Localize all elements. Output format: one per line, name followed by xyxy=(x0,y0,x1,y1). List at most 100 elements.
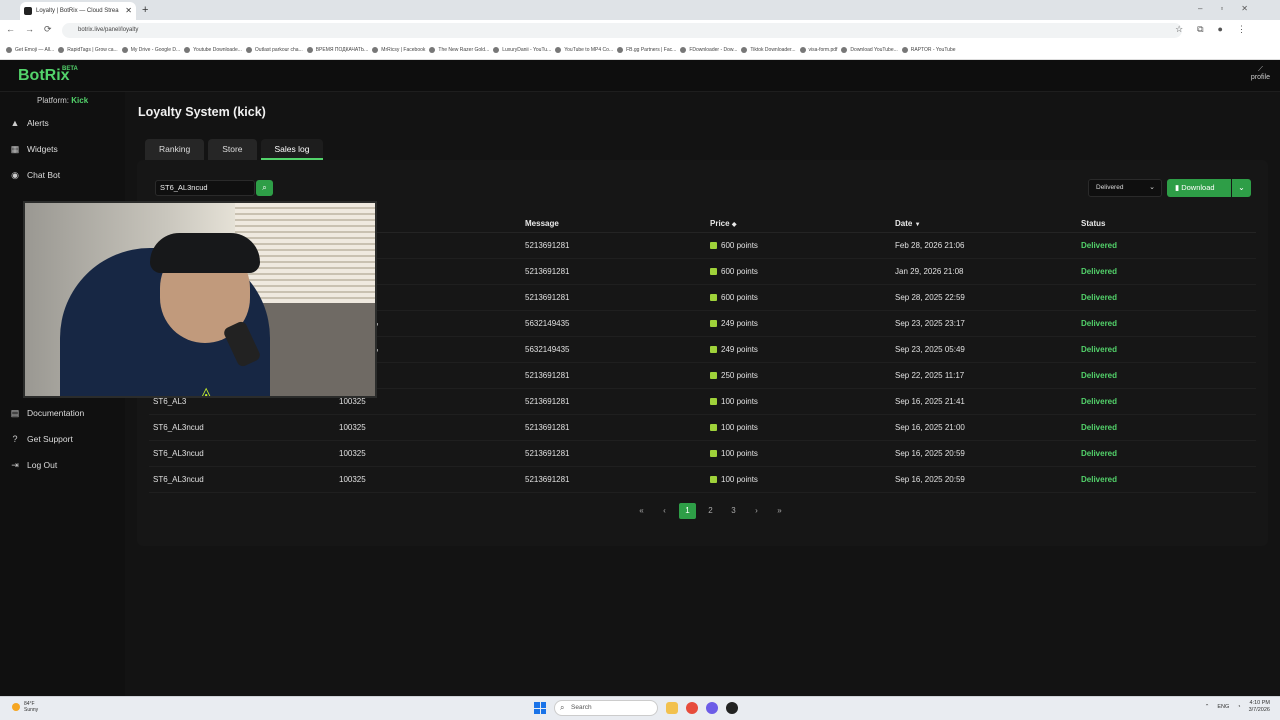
bookmark-label: Outlast parkour cha... xyxy=(254,47,303,53)
bookmark-favicon-icon xyxy=(901,47,908,53)
bookmark-item[interactable]: Youtube Downloade... xyxy=(184,47,242,53)
table-row[interactable]: ST6_AL3ncud 100325 5213691281 100 points Sep… xyxy=(149,415,1256,441)
address-bar[interactable]: botrix.live/panel/loyalty xyxy=(62,23,1182,38)
last-page-icon[interactable]: » xyxy=(771,503,788,519)
file-explorer-icon[interactable] xyxy=(666,702,678,714)
bookmark-item[interactable]: Outlast parkour cha... xyxy=(245,47,303,53)
webcam-overlay: ◬ xyxy=(23,201,377,398)
bookmark-item[interactable]: LuxuryDanii - YouTu... xyxy=(493,47,551,53)
cell-date: Feb 28, 2026 21:06 xyxy=(895,241,965,250)
cell-price: 100 points xyxy=(710,397,758,406)
bookmark-item[interactable]: Get Emoji — All... xyxy=(6,47,54,53)
chrome-icon[interactable] xyxy=(686,702,698,714)
cell-status: Delivered xyxy=(1081,319,1118,328)
points-coin-icon xyxy=(710,372,717,379)
sidebar-item-alerts[interactable]: ▲ Alerts xyxy=(10,118,49,128)
taskbar-center: Search xyxy=(534,700,738,716)
clock[interactable]: 4:10 PM 3/7/2026 xyxy=(1249,700,1270,714)
browser-chrome: Loyalty | BotRix — Cloud Strea ✕ + –▫✕ ←… xyxy=(0,0,1280,60)
bookmark-item[interactable]: FDownloader - Dow... xyxy=(680,47,737,53)
beta-badge: BETA xyxy=(62,66,78,72)
page-button[interactable]: 3 xyxy=(725,503,742,519)
platform-label: Platform: xyxy=(37,96,70,105)
page-button[interactable]: 1 xyxy=(679,503,696,519)
bookmark-item[interactable]: YouTube to MP4 Co... xyxy=(555,47,613,53)
search-input[interactable]: ST6_AL3ncud xyxy=(155,180,255,196)
streamer-hair xyxy=(150,233,260,273)
bookmark-item[interactable]: My Drive - Google D... xyxy=(121,47,180,53)
taskbar-search[interactable]: Search xyxy=(554,700,658,716)
discord-icon[interactable] xyxy=(706,702,718,714)
new-tab-icon[interactable]: + xyxy=(142,2,148,18)
cell-status: Delivered xyxy=(1081,397,1118,406)
page-button[interactable]: 2 xyxy=(702,503,719,519)
obs-icon[interactable] xyxy=(726,702,738,714)
first-page-icon[interactable]: « xyxy=(633,503,650,519)
sidebar-item-get-support[interactable]: ? Get Support xyxy=(10,434,72,444)
column-header-price[interactable]: Price ◆ xyxy=(710,219,736,228)
windows-start-icon[interactable] xyxy=(534,702,546,714)
download-label: Download xyxy=(1181,183,1215,192)
cell-status: Delivered xyxy=(1081,423,1118,432)
sidebar-item-widgets[interactable]: ▦ Widgets xyxy=(10,143,58,155)
download-button[interactable]: ▮ Download xyxy=(1167,179,1231,197)
bookmark-item[interactable]: MrRicsy | Facebook xyxy=(372,47,425,53)
bookmark-item[interactable]: visa-form.pdf xyxy=(799,47,837,53)
bookmark-item[interactable]: Tiktok Downloader... xyxy=(741,47,796,53)
tab-sales-log[interactable]: Sales log xyxy=(260,139,324,160)
browser-toolbar-icons[interactable]: ☆⧉●⋮ xyxy=(1175,24,1260,35)
cell-message: 5632149435 xyxy=(525,345,570,354)
weather-desc: Sunny xyxy=(24,707,39,713)
sidebar-item-chat-bot[interactable]: ◉ Chat Bot xyxy=(10,170,60,181)
cell-price: 100 points xyxy=(710,475,758,484)
tab-store[interactable]: Store xyxy=(208,139,257,160)
language-indicator[interactable]: ENG xyxy=(1217,704,1229,710)
profile-button[interactable]: ⟋ profile xyxy=(1251,66,1270,81)
sun-icon xyxy=(12,703,20,711)
sidebar-item-log-out[interactable]: ⇥ Log Out xyxy=(10,460,57,471)
network-icon[interactable]: ◔ xyxy=(1237,704,1240,710)
window-controls[interactable]: –▫✕ xyxy=(1198,4,1266,13)
column-header-message[interactable]: Message xyxy=(525,219,559,228)
bookmark-item[interactable]: Download YouTube... xyxy=(841,47,898,53)
bookmark-favicon-icon xyxy=(680,47,687,53)
navigation-icons[interactable]: ←→⟳ xyxy=(6,24,62,35)
status-filter-value: Delivered xyxy=(1096,184,1124,191)
table-row[interactable]: ST6_AL3ncud 100325 5213691281 100 points Sep… xyxy=(149,467,1256,493)
next-page-icon[interactable]: › xyxy=(748,503,765,519)
bookmark-item[interactable]: ВРЕМЯ ПОДКАЧАТЬ... xyxy=(306,47,368,53)
table-row[interactable]: ST6_AL3ncud 100325 5213691281 100 points Sep… xyxy=(149,441,1256,467)
tray-overflow-icon[interactable]: ⌃ xyxy=(1205,704,1210,710)
bookmark-label: FDownloader - Dow... xyxy=(689,47,738,53)
cell-date: Sep 16, 2025 21:41 xyxy=(895,397,965,406)
bookmark-item[interactable]: The New Razer Gold... xyxy=(429,47,489,53)
loyalty-tabs: Ranking Store Sales log xyxy=(145,139,324,160)
points-coin-icon xyxy=(710,320,717,327)
bookmark-label: FB.gg Partners | Fac... xyxy=(626,47,677,53)
column-header-date[interactable]: Date ▼ xyxy=(895,219,921,228)
bookmark-favicon-icon xyxy=(184,47,191,53)
search-button[interactable]: ⌕ xyxy=(256,180,273,196)
download-options-button[interactable]: ⌄ xyxy=(1232,179,1251,197)
bookmark-item[interactable]: RapidTags | Grow ca... xyxy=(58,47,118,53)
top-bar: BotRix BETA ⟋ profile xyxy=(0,60,1280,92)
column-header-status[interactable]: Status xyxy=(1081,219,1105,228)
price-value: 100 points xyxy=(721,423,758,432)
sort-desc-icon: ▼ xyxy=(914,222,921,228)
sidebar-item-documentation[interactable]: ▤ Documentation xyxy=(10,408,84,419)
bookmark-item[interactable]: FB.gg Partners | Fac... xyxy=(617,47,676,53)
cell-message: 5213691281 xyxy=(525,293,570,302)
grid-icon: ▦ xyxy=(10,143,20,154)
prev-page-icon[interactable]: ‹ xyxy=(656,503,673,519)
bookmark-label: YouTube to MP4 Co... xyxy=(564,47,614,53)
points-coin-icon xyxy=(710,294,717,301)
tab-ranking[interactable]: Ranking xyxy=(145,139,205,160)
cell-price: 600 points xyxy=(710,241,758,250)
bookmark-item[interactable]: RAPTOR - YouTube xyxy=(901,47,956,53)
close-tab-icon[interactable]: ✕ xyxy=(125,2,132,20)
cell-item: 100325 xyxy=(339,449,366,458)
weather-widget[interactable]: 84°F Sunny xyxy=(12,701,38,713)
cell-price: 100 points xyxy=(710,449,758,458)
status-filter-select[interactable]: Delivered ⌄ xyxy=(1088,179,1162,197)
browser-tab[interactable]: Loyalty | BotRix — Cloud Strea ✕ xyxy=(20,2,136,20)
